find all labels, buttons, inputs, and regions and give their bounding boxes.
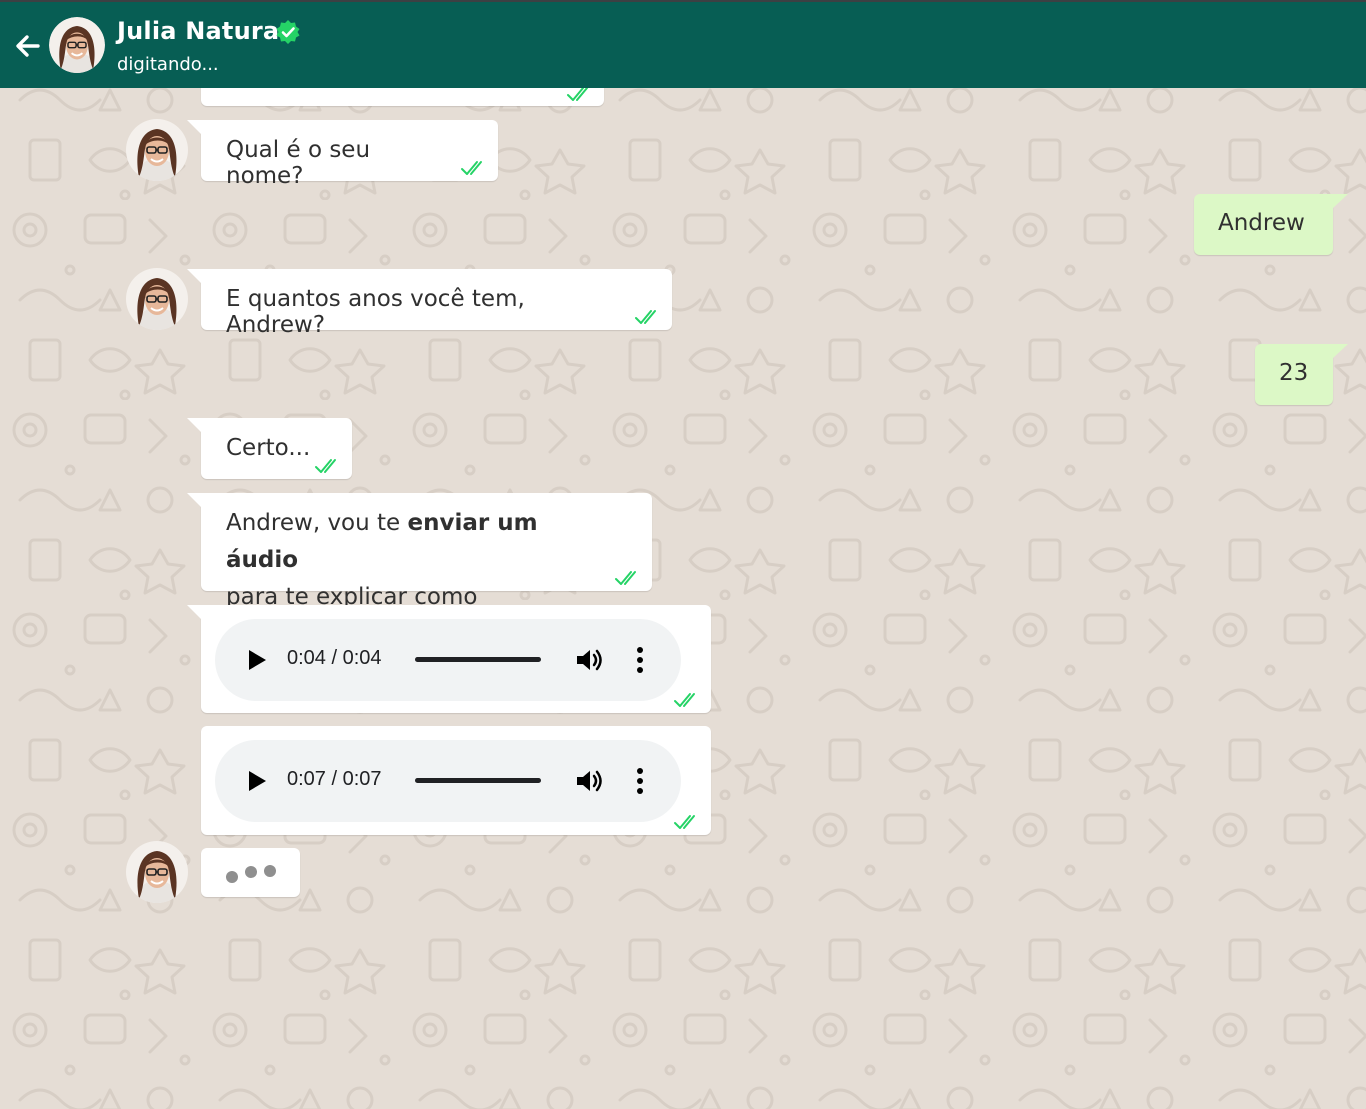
chat-header: Julia Natura digitando...	[0, 0, 1366, 88]
message-bubble: Andrew, vou te enviar um áudio para te e…	[187, 493, 652, 647]
chat-messages: Qual é o seu nome? Andrew E quantos anos…	[0, 88, 1366, 1109]
contact-name[interactable]: Julia Natura	[117, 17, 279, 45]
audio-time: 0:04 / 0:04	[287, 647, 382, 669]
message-text: Certo...	[226, 435, 311, 461]
message-text: Qual é o seu nome?	[226, 137, 371, 189]
arrow-left-icon[interactable]	[12, 30, 44, 62]
message-text: Andrew, vou te	[226, 510, 408, 536]
audio-player: 0:04 / 0:04	[215, 619, 681, 701]
contact-avatar	[126, 841, 188, 903]
typing-status: digitando...	[117, 54, 219, 75]
audio-message-bubble: 0:04 / 0:04	[187, 605, 711, 713]
message-bubble-outgoing: Andrew	[1194, 194, 1348, 255]
double-check-icon	[674, 693, 695, 707]
typing-dot	[245, 866, 257, 878]
message-text: Andrew	[1218, 210, 1305, 236]
message-text: 23	[1279, 360, 1309, 386]
message-bubble-partial	[201, 88, 604, 106]
more-vertical-icon[interactable]	[633, 645, 647, 675]
audio-progress-bar[interactable]	[415, 778, 541, 783]
typing-indicator	[201, 848, 300, 897]
audio-progress-fill	[415, 657, 541, 662]
double-check-icon	[315, 459, 336, 473]
volume-icon[interactable]	[575, 647, 603, 673]
audio-progress-bar[interactable]	[415, 657, 541, 662]
typing-dot	[226, 871, 238, 883]
message-bubble: E quantos anos você tem, Andrew?	[187, 269, 672, 338]
verified-badge-icon	[276, 20, 300, 44]
double-check-icon	[674, 815, 695, 829]
volume-icon[interactable]	[575, 768, 603, 794]
audio-player: 0:07 / 0:07	[215, 740, 681, 822]
play-icon[interactable]	[247, 770, 267, 792]
message-bubble: Qual é o seu nome?	[187, 120, 498, 189]
audio-message-bubble: 0:07 / 0:07	[201, 726, 711, 835]
contact-avatar[interactable]	[49, 17, 105, 73]
play-icon[interactable]	[247, 649, 267, 671]
typing-dot	[264, 865, 276, 877]
double-check-icon	[461, 161, 482, 175]
double-check-icon	[615, 571, 636, 585]
double-check-icon	[635, 310, 656, 324]
message-bubble: Certo...	[187, 418, 352, 479]
message-text: E quantos anos você tem, Andrew?	[226, 286, 525, 338]
audio-progress-fill	[415, 778, 541, 783]
more-vertical-icon[interactable]	[633, 766, 647, 796]
audio-time: 0:07 / 0:07	[287, 768, 382, 790]
message-bubble-outgoing: 23	[1255, 344, 1348, 405]
contact-avatar	[126, 119, 188, 181]
double-check-icon	[567, 88, 588, 101]
contact-avatar	[126, 268, 188, 330]
